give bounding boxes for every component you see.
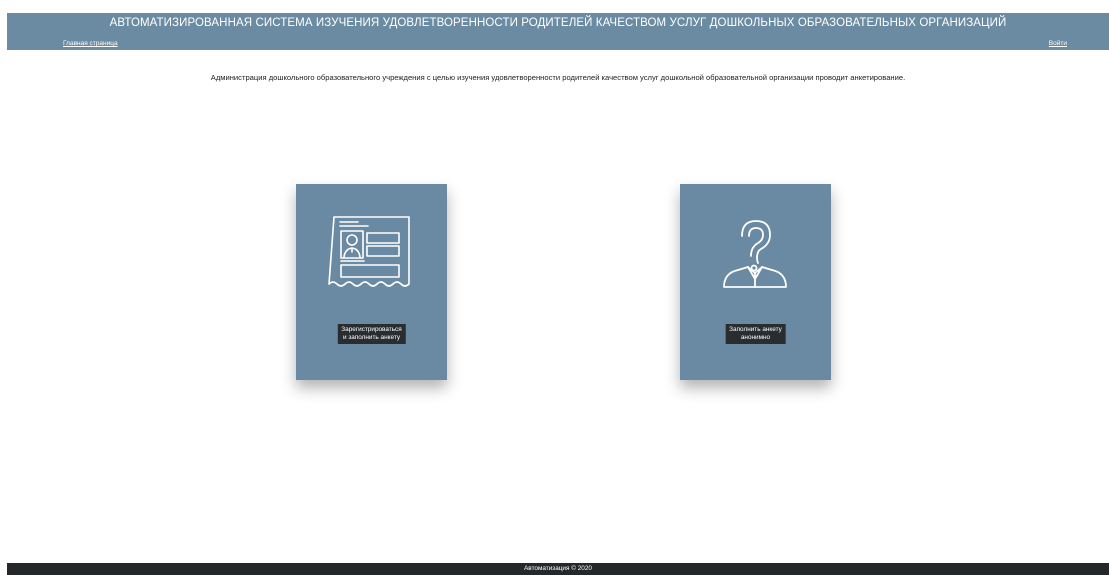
intro-text: Администрация дошкольного образовательно… xyxy=(210,73,906,82)
anonymous-person-question-icon xyxy=(723,220,787,288)
page-title: АВТОМАТИЗИРОВАННАЯ СИСТЕМА ИЗУЧЕНИЯ УДОВ… xyxy=(109,17,1007,29)
footer-text: Автоматизация © 2020 xyxy=(524,565,592,572)
page: АВТОМАТИЗИРОВАННАЯ СИСТЕМА ИЗУЧЕНИЯ УДОВ… xyxy=(0,0,1109,575)
login-link[interactable]: Войти xyxy=(1049,40,1067,47)
fill-anonymously-button[interactable]: Заполнить анкету анонимно xyxy=(725,324,786,344)
home-link[interactable]: Главная страница xyxy=(63,40,118,47)
footer-bar: Автоматизация © 2020 xyxy=(7,563,1109,575)
header-bar: АВТОМАТИЗИРОВАННАЯ СИСТЕМА ИЗУЧЕНИЯ УДОВ… xyxy=(7,13,1109,50)
register-and-fill-button[interactable]: Зарегистрироваться и заполнить анкету xyxy=(337,324,406,344)
id-card-form-icon xyxy=(328,216,410,287)
register-card[interactable]: Зарегистрироваться и заполнить анкету xyxy=(296,184,447,380)
anonymous-card[interactable]: Заполнить анкету анонимно xyxy=(680,184,831,380)
